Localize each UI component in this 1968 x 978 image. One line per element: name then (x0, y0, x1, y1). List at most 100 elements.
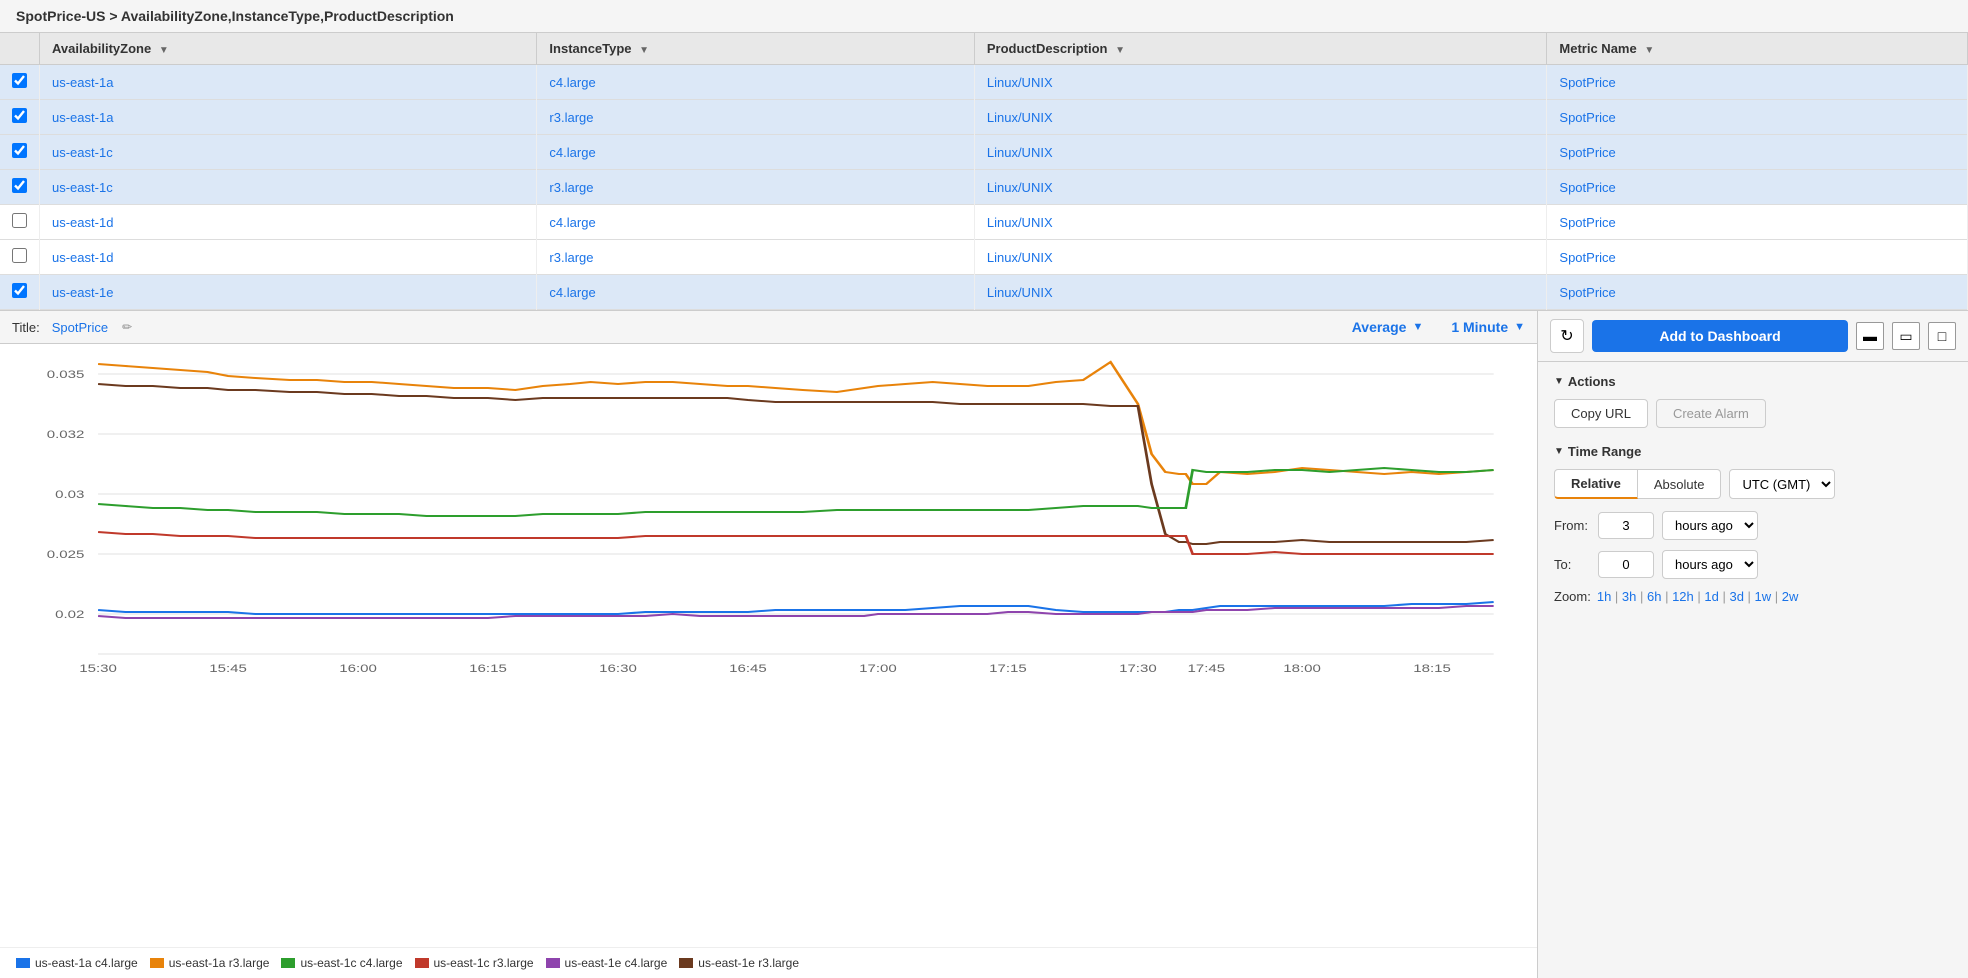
actions-section-header: ▼ Actions (1554, 374, 1952, 389)
zoom-divider: | (1636, 589, 1647, 604)
to-unit-select[interactable]: hours ago (1662, 550, 1758, 579)
az-cell: us-east-1a (40, 65, 537, 100)
row-checkbox[interactable] (12, 283, 27, 298)
svg-text:16:00: 16:00 (339, 662, 377, 674)
product-desc-cell: Linux/UNIX (974, 275, 1547, 310)
create-alarm-button: Create Alarm (1656, 399, 1766, 428)
time-range-section: ▼ Time Range Relative Absolute UTC (GMT)… (1554, 444, 1952, 604)
view-icon-2[interactable]: ▭ (1892, 322, 1920, 350)
zoom-link-3h[interactable]: 3h (1622, 589, 1636, 604)
relative-tab[interactable]: Relative (1554, 469, 1638, 499)
timezone-select[interactable]: UTC (GMT) (1729, 469, 1835, 499)
svg-text:0.032: 0.032 (47, 428, 85, 441)
svg-text:0.02: 0.02 (55, 608, 84, 621)
from-value-input[interactable] (1598, 512, 1654, 539)
row-checkbox-cell[interactable] (0, 170, 40, 205)
az-cell: us-east-1e (40, 275, 537, 310)
instance-type-cell: c4.large (537, 65, 974, 100)
legend-item: us-east-1e c4.large (546, 956, 668, 970)
row-checkbox[interactable] (12, 73, 27, 88)
zoom-divider: | (1694, 589, 1705, 604)
view-icon-1[interactable]: ▬ (1856, 322, 1884, 350)
legend-label: us-east-1a c4.large (35, 956, 138, 970)
row-checkbox[interactable] (12, 108, 27, 123)
metrics-table: AvailabilityZone ▼ InstanceType ▼ Produc… (0, 33, 1968, 310)
table-header-row: AvailabilityZone ▼ InstanceType ▼ Produc… (0, 33, 1968, 65)
to-row: To: hours ago (1554, 550, 1952, 579)
product-desc-cell: Linux/UNIX (974, 100, 1547, 135)
metric-name-cell: SpotPrice (1547, 65, 1968, 100)
table-row: us-east-1a c4.large Linux/UNIX SpotPrice (0, 65, 1968, 100)
legend-label: us-east-1a r3.large (169, 956, 270, 970)
row-checkbox[interactable] (12, 143, 27, 158)
chart-toolbar: Title: SpotPrice ✏ Average ▼ 1 Minute ▼ (0, 311, 1537, 344)
zoom-link-3d[interactable]: 3d (1729, 589, 1743, 604)
svg-text:17:45: 17:45 (1187, 662, 1225, 674)
product-desc-column-header[interactable]: ProductDescription ▼ (974, 33, 1547, 65)
row-checkbox-cell[interactable] (0, 100, 40, 135)
instance-type-cell: c4.large (537, 205, 974, 240)
period-arrow-icon: ▼ (1514, 321, 1525, 333)
row-checkbox-cell[interactable] (0, 240, 40, 275)
row-checkbox-cell[interactable] (0, 275, 40, 310)
svg-text:15:45: 15:45 (209, 662, 247, 674)
row-checkbox[interactable] (12, 248, 27, 263)
from-unit-select[interactable]: hours ago (1662, 511, 1758, 540)
edit-title-icon[interactable]: ✏ (122, 320, 132, 334)
row-checkbox-cell[interactable] (0, 135, 40, 170)
zoom-link-1w[interactable]: 1w (1755, 589, 1772, 604)
row-checkbox-cell[interactable] (0, 205, 40, 240)
legend-color (415, 958, 429, 968)
zoom-link-1d[interactable]: 1d (1704, 589, 1718, 604)
table-row: us-east-1c c4.large Linux/UNIX SpotPrice (0, 135, 1968, 170)
table-row: us-east-1e c4.large Linux/UNIX SpotPrice (0, 275, 1968, 310)
table-row: us-east-1c r3.large Linux/UNIX SpotPrice (0, 170, 1968, 205)
product-desc-cell: Linux/UNIX (974, 205, 1547, 240)
zoom-link-12h[interactable]: 12h (1672, 589, 1694, 604)
to-value-input[interactable] (1598, 551, 1654, 578)
instance-type-column-header[interactable]: InstanceType ▼ (537, 33, 974, 65)
chart-title-value: SpotPrice (52, 320, 108, 335)
actions-row: Copy URL Create Alarm (1554, 399, 1952, 428)
legend-color (150, 958, 164, 968)
stat-arrow-icon: ▼ (1412, 321, 1423, 333)
to-label: To: (1554, 557, 1590, 572)
view-icon-3[interactable]: □ (1928, 322, 1956, 350)
zoom-links: 1h | 3h | 6h | 12h | 1d | 3d | 1w | 2w (1597, 589, 1799, 604)
product-desc-cell: Linux/UNIX (974, 240, 1547, 275)
chart-svg: 0.035 0.032 0.03 0.025 0.02 15:30 15:45 … (16, 354, 1521, 674)
instance-type-cell: c4.large (537, 135, 974, 170)
legend-item: us-east-1c r3.large (415, 956, 534, 970)
stat-selector[interactable]: Average ▼ (1352, 319, 1424, 335)
svg-text:18:15: 18:15 (1413, 662, 1451, 674)
az-column-header[interactable]: AvailabilityZone ▼ (40, 33, 537, 65)
select-all-header (0, 33, 40, 65)
row-checkbox[interactable] (12, 213, 27, 228)
zoom-link-1h[interactable]: 1h (1597, 589, 1611, 604)
refresh-icon: ↻ (1560, 326, 1573, 346)
right-toolbar: ↻ Add to Dashboard ▬ ▭ □ (1538, 311, 1968, 362)
zoom-link-6h[interactable]: 6h (1647, 589, 1661, 604)
svg-text:15:30: 15:30 (79, 662, 117, 674)
period-selector[interactable]: 1 Minute ▼ (1451, 319, 1525, 335)
metric-name-cell: SpotPrice (1547, 100, 1968, 135)
instance-type-cell: r3.large (537, 170, 974, 205)
svg-text:17:15: 17:15 (989, 662, 1027, 674)
legend-item: us-east-1e r3.large (679, 956, 799, 970)
breadcrumb: SpotPrice-US > AvailabilityZone,Instance… (0, 0, 1968, 33)
add-to-dashboard-button[interactable]: Add to Dashboard (1592, 320, 1848, 352)
absolute-tab[interactable]: Absolute (1638, 469, 1722, 499)
product-desc-cell: Linux/UNIX (974, 170, 1547, 205)
metric-name-column-header[interactable]: Metric Name ▼ (1547, 33, 1968, 65)
refresh-button[interactable]: ↻ (1550, 319, 1584, 353)
product-sort-icon: ▼ (1115, 45, 1125, 56)
instance-type-cell: r3.large (537, 240, 974, 275)
svg-text:0.035: 0.035 (47, 368, 85, 381)
table-row: us-east-1a r3.large Linux/UNIX SpotPrice (0, 100, 1968, 135)
row-checkbox-cell[interactable] (0, 65, 40, 100)
az-cell: us-east-1c (40, 135, 537, 170)
zoom-link-2w[interactable]: 2w (1782, 589, 1799, 604)
row-checkbox[interactable] (12, 178, 27, 193)
instance-type-cell: c4.large (537, 275, 974, 310)
copy-url-button[interactable]: Copy URL (1554, 399, 1648, 428)
